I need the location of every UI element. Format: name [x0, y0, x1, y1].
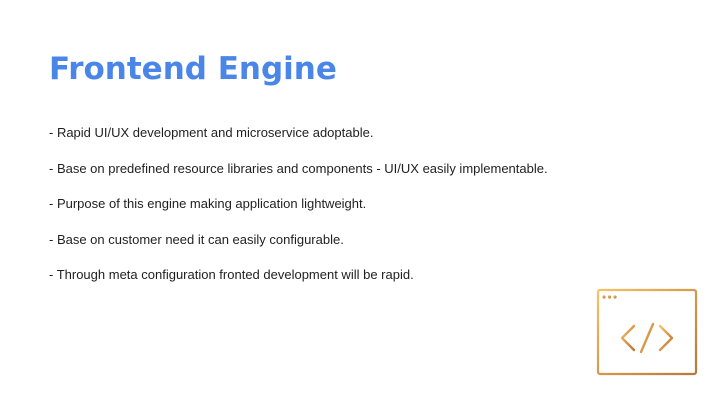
code-window-icon [596, 288, 698, 376]
bullet-item: - Base on customer need it can easily co… [49, 231, 344, 247]
slide: Frontend Engine - Rapid UI/UX developmen… [0, 0, 720, 405]
bullet-item: - Through meta configuration fronted dev… [49, 267, 414, 283]
bullet-item: - Base on predefined resource libraries … [49, 160, 548, 176]
bullet-list: - Rapid UI/UX development and microservi… [49, 124, 548, 302]
slide-title: Frontend Engine [49, 51, 337, 87]
bullet-item: - Rapid UI/UX development and microservi… [49, 125, 374, 140]
bullet-item: - Purpose of this engine making applicat… [49, 196, 367, 212]
